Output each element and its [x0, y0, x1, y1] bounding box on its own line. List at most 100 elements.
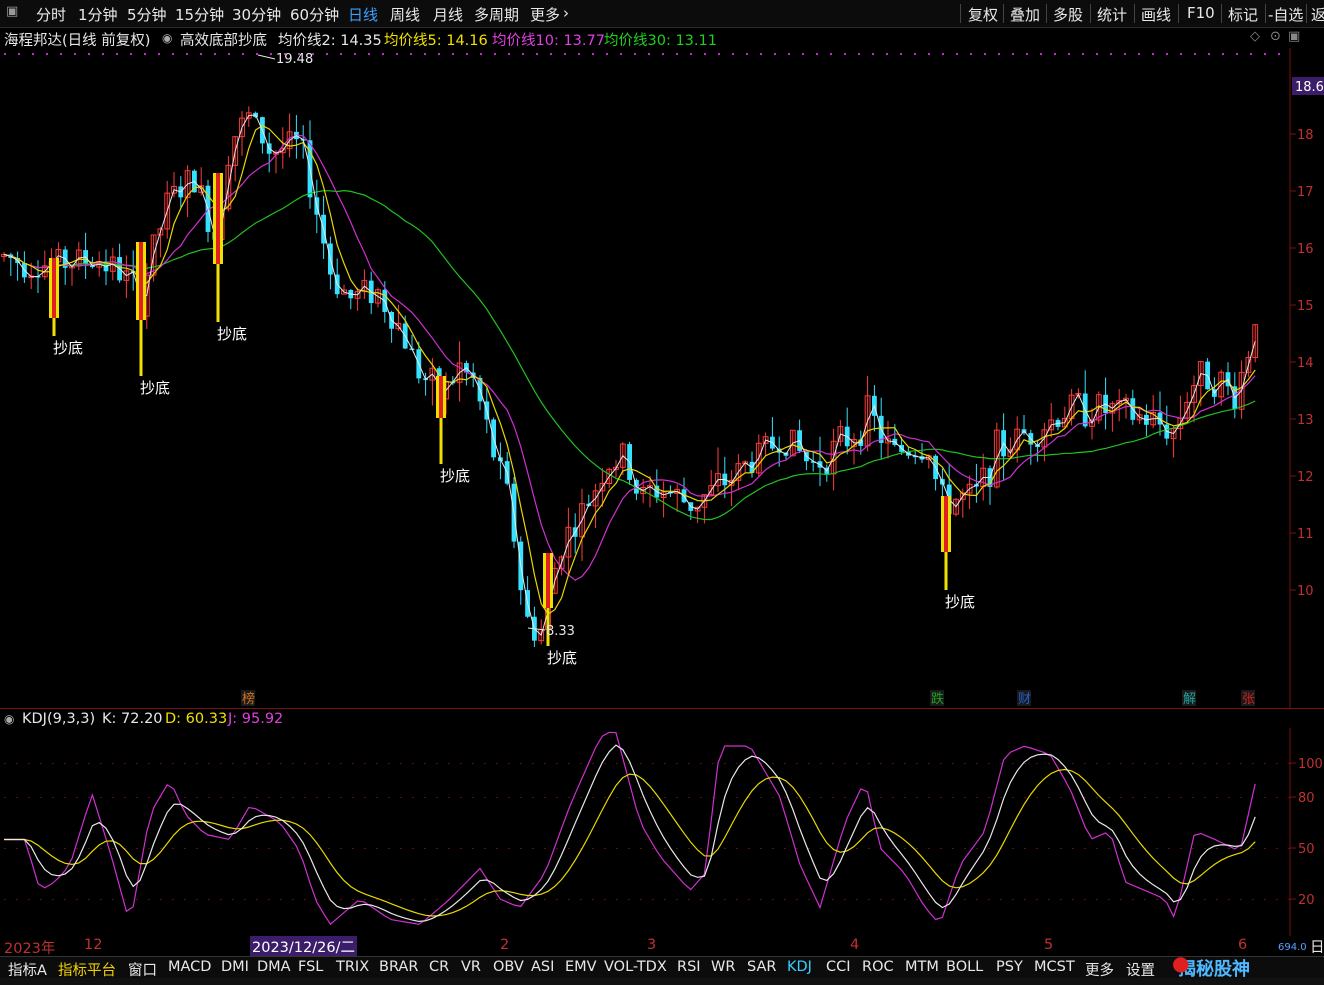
indicator-tab[interactable]: 设置: [1126, 959, 1155, 980]
grid-dot: [718, 53, 720, 55]
mark-button[interactable]: 标记: [1228, 4, 1258, 25]
indicator-tab[interactable]: VR: [461, 959, 481, 975]
indicator-tab[interactable]: VOL-TDX: [604, 959, 667, 975]
kdj-grid-dot: [940, 899, 942, 900]
kdj-grid-dot: [988, 899, 990, 900]
kdj-grid-dot: [616, 899, 618, 900]
kdj-grid-dot: [1108, 899, 1110, 900]
indicator-tab[interactable]: 更多: [1085, 959, 1114, 980]
kdj-grid-dot: [172, 797, 174, 798]
period-fenshi[interactable]: 分时: [36, 4, 66, 25]
price-chart[interactable]: 抄底抄底抄底抄底抄底抄底 18.6 181716151413121110 19.…: [0, 48, 1324, 708]
indicator-tab[interactable]: DMA: [257, 959, 291, 975]
more-chevron-icon[interactable]: ›: [563, 4, 569, 22]
indicator-tab[interactable]: CCI: [826, 959, 851, 975]
grid-dot: [788, 53, 790, 55]
indicator-tab[interactable]: EMV: [565, 959, 597, 975]
period-15min[interactable]: 15分钟: [175, 4, 224, 25]
indicator-tab[interactable]: FSL: [298, 959, 323, 975]
statistics-button[interactable]: 统计: [1097, 4, 1127, 25]
toolbar-divider: [960, 4, 961, 23]
indicator-tab[interactable]: SAR: [747, 959, 776, 975]
kdj-grid-dot: [484, 797, 486, 798]
formula-toggle-icon[interactable]: ◉: [162, 31, 172, 45]
high-pointer: [257, 54, 276, 60]
kdj-grid-dot: [88, 899, 90, 900]
period-multi[interactable]: 多周期: [474, 4, 519, 25]
indicator-tab[interactable]: DMI: [221, 959, 249, 975]
kdj-toggle-icon[interactable]: ◉: [4, 712, 14, 726]
indicator-tab[interactable]: BOLL: [946, 959, 983, 975]
period-daily[interactable]: 日线: [348, 4, 378, 25]
price-tick-label: 15: [1297, 299, 1314, 314]
indicator-tab[interactable]: ASI: [531, 959, 554, 975]
f10-button[interactable]: F10: [1187, 4, 1215, 22]
multi-stock-button[interactable]: 多股: [1053, 4, 1083, 25]
event-marker[interactable]: 跌: [931, 691, 944, 707]
indicator-tab[interactable]: 窗口: [128, 959, 157, 980]
indicator-tab[interactable]: ROC: [862, 959, 894, 975]
kdj-grid-dot: [652, 899, 654, 900]
kdj-legend: ◉ KDJ(9,3,3) K: 72.20 D: 60.33 J: 95.92: [0, 710, 1290, 728]
settings-circle-icon[interactable]: ⊙: [1270, 29, 1281, 44]
indicator-tab[interactable]: MCST: [1034, 959, 1075, 975]
kdj-name[interactable]: KDJ(9,3,3): [22, 711, 95, 727]
diamond-icon[interactable]: ◇: [1250, 29, 1260, 44]
kdj-grid-dot: [856, 763, 858, 764]
signal-label: 抄底: [440, 467, 470, 485]
period-monthly[interactable]: 月线: [433, 4, 463, 25]
period-1min[interactable]: 1分钟: [78, 4, 118, 25]
event-marker[interactable]: 财: [1018, 692, 1031, 707]
period-weekly[interactable]: 周线: [390, 4, 420, 25]
grid-dot: [172, 53, 174, 55]
kdj-grid-dot: [172, 899, 174, 900]
kdj-grid-dot: [964, 899, 966, 900]
formula-name[interactable]: 高效底部抄底: [180, 29, 267, 50]
kdj-chart[interactable]: 100 80 50 20: [0, 728, 1324, 936]
kdj-grid-dot: [376, 848, 378, 849]
indicator-tab[interactable]: 指标A: [8, 959, 47, 980]
indicator-tab[interactable]: TRIX: [336, 959, 369, 975]
grid-dot: [1180, 53, 1182, 55]
signal-bar-core: [216, 173, 220, 264]
kdj-grid-dot: [976, 848, 978, 849]
kdj-grid-dot: [568, 848, 570, 849]
kdj-grid-dot: [352, 797, 354, 798]
indicator-tab[interactable]: 指标平台: [58, 959, 116, 980]
indicator-tab[interactable]: BRAR: [379, 959, 418, 975]
overlay-button[interactable]: 叠加: [1010, 4, 1040, 25]
back-button[interactable]: 返: [1311, 4, 1324, 25]
indicator-tab[interactable]: PSY: [996, 959, 1023, 975]
kdj-k-line: [4, 744, 1256, 923]
indicator-tab[interactable]: KDJ: [787, 959, 812, 975]
indicator-tab[interactable]: WR: [711, 959, 735, 975]
remove-watchlist-button[interactable]: -自选: [1268, 4, 1303, 25]
draw-line-button[interactable]: 画线: [1141, 4, 1171, 25]
kdj-grid-dot: [880, 899, 882, 900]
kdj-grid-dot: [136, 899, 138, 900]
price-tick-label: 12: [1297, 470, 1314, 485]
indicator-tab[interactable]: RSI: [677, 959, 701, 975]
kdj-grid-dot: [484, 899, 486, 900]
kdj-grid-dot: [1192, 797, 1194, 798]
kdj-grid-dot: [400, 848, 402, 849]
period-5min[interactable]: 5分钟: [127, 4, 167, 25]
fuquan-button[interactable]: 复权: [968, 4, 998, 25]
maximize-icon[interactable]: ▣: [1288, 29, 1300, 44]
indicator-tab[interactable]: CR: [429, 959, 449, 975]
indicator-tab[interactable]: MTM: [905, 959, 939, 975]
event-marker[interactable]: 解: [1183, 692, 1196, 707]
ma2-line: [3, 114, 1256, 637]
kdj-grid-dot: [772, 848, 774, 849]
grid-dot: [858, 53, 860, 55]
event-marker[interactable]: 张: [1242, 692, 1255, 707]
period-more[interactable]: 更多: [530, 4, 560, 25]
period-60min[interactable]: 60分钟: [290, 4, 339, 25]
ma5-label: 均价线5: 14.16: [384, 33, 488, 49]
indicator-tab[interactable]: OBV: [493, 959, 524, 975]
indicator-tab[interactable]: MACD: [168, 959, 211, 975]
menu-box-icon[interactable]: ▣: [6, 4, 18, 19]
event-marker[interactable]: 榜: [242, 691, 255, 707]
period-30min[interactable]: 30分钟: [232, 4, 281, 25]
kdj-grid-dot: [964, 848, 966, 849]
